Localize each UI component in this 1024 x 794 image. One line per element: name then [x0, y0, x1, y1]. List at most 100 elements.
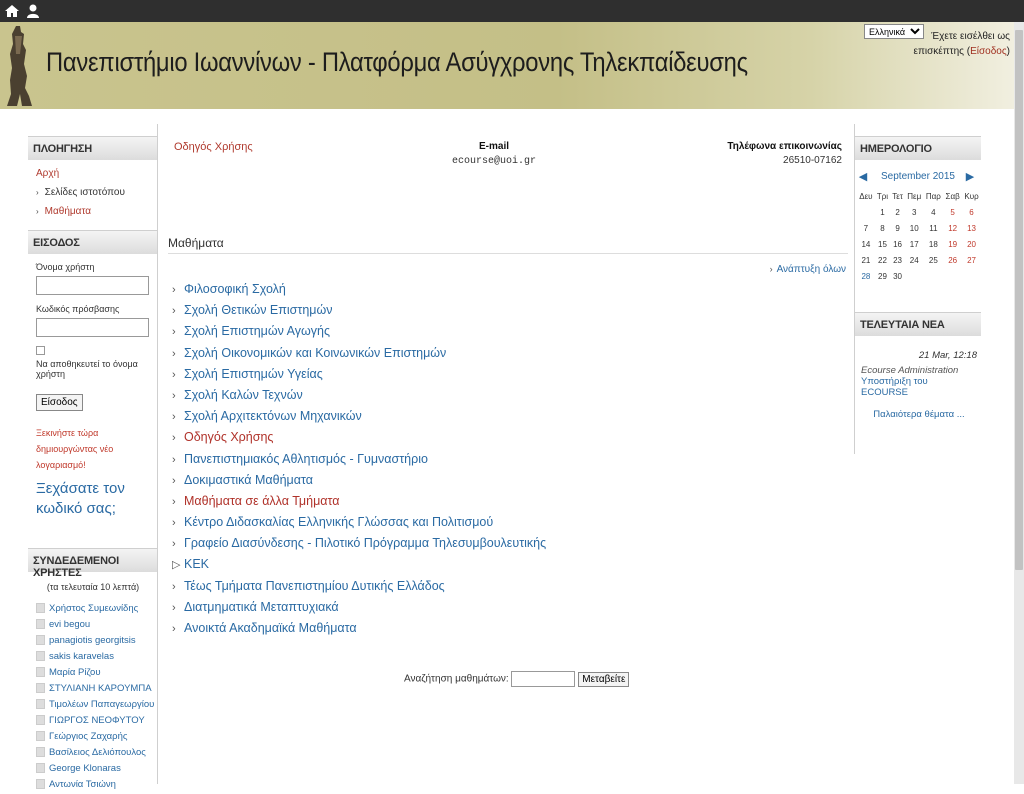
course-category-link[interactable]: Σχολή Οικονομικών και Κοινωνικών Επιστημ…: [184, 346, 446, 360]
online-user-link[interactable]: Τιμολέων Παπαγεωργίου: [49, 699, 154, 710]
course-category-item[interactable]: › Σχολή Καλών Τεχνών: [172, 388, 546, 409]
course-category-link[interactable]: Σχολή Θετικών Επιστημών: [184, 303, 333, 317]
course-category-link[interactable]: Γραφείο Διασύνδεσης - Πιλοτικό Πρόγραμμα…: [184, 536, 546, 550]
online-user-link[interactable]: Αντωνία Τσιώνη: [49, 779, 116, 790]
scrollbar-thumb[interactable]: [1015, 30, 1023, 570]
course-category-link[interactable]: ΚΕΚ: [184, 557, 209, 571]
course-category-link[interactable]: Δοκιμαστικά Μαθήματα: [184, 473, 313, 487]
calendar-day[interactable]: 8: [875, 220, 890, 236]
course-category-link[interactable]: Πανεπιστημιακός Αθλητισμός - Γυμναστήριο: [184, 452, 428, 466]
course-category-link[interactable]: Μαθήματα σε άλλα Τμήματα: [184, 494, 340, 508]
older-topics-link[interactable]: Παλαιότερα θέματα ...: [873, 409, 964, 420]
course-category-item[interactable]: › Οδηγός Χρήσης: [172, 430, 546, 451]
calendar-day[interactable]: 20: [962, 236, 981, 252]
course-category-item[interactable]: › Σχολή Θετικών Επιστημών: [172, 303, 546, 324]
course-category-item[interactable]: › Ανοικτά Ακαδημαϊκά Μαθήματα: [172, 621, 546, 642]
course-category-item[interactable]: › Τέως Τμήματα Πανεπιστημίου Δυτικής Ελλά…: [172, 579, 546, 600]
nav-item-courses[interactable]: › Μαθήματα: [36, 206, 158, 217]
course-category-item[interactable]: › Πανεπιστημιακός Αθλητισμός - Γυμναστήρι…: [172, 452, 546, 473]
course-category-link[interactable]: Σχολή Καλών Τεχνών: [184, 388, 303, 402]
calendar-day[interactable]: 9: [890, 220, 905, 236]
news-headline-link[interactable]: Υποστήριξη του ECOURSE: [861, 376, 928, 398]
course-category-link[interactable]: Τέως Τμήματα Πανεπιστημίου Δυτικής Ελλάδ…: [184, 579, 445, 593]
course-category-link[interactable]: Σχολή Αρχιτεκτόνων Μηχανικών: [184, 409, 362, 423]
course-category-item[interactable]: › Γραφείο Διασύνδεσης - Πιλοτικό Πρόγραμμ…: [172, 536, 546, 557]
expand-all[interactable]: › Ανάπτυξη όλων: [770, 264, 846, 275]
calendar-day[interactable]: 15: [875, 236, 890, 252]
triangle-right-icon[interactable]: ▶: [965, 166, 975, 188]
online-user-link[interactable]: ΣΤΥΛΙΑΝΗ ΚΑΡΟΥΜΠΑ: [49, 683, 152, 694]
course-category-item[interactable]: › Σχολή Επιστημών Υγείας: [172, 367, 546, 388]
calendar-day[interactable]: 13: [962, 220, 981, 236]
calendar-day[interactable]: 5: [943, 204, 962, 220]
course-search-button[interactable]: Μεταβείτε: [578, 671, 630, 687]
course-category-link[interactable]: Σχολή Επιστημών Αγωγής: [184, 324, 330, 338]
nav-item-site-pages[interactable]: › Σελίδες ιστοτόπου: [36, 187, 158, 198]
course-category-item[interactable]: › Σχολή Επιστημών Αγωγής: [172, 324, 546, 345]
calendar-title: ΗΜΕΡΟΛΟΓΙΟ: [855, 136, 981, 160]
online-user-link[interactable]: ΓΙΩΡΓΟΣ ΝΕΟΦΥΤΟΥ: [49, 715, 145, 726]
calendar-day[interactable]: 27: [962, 252, 981, 268]
login-link[interactable]: Είσοδος: [970, 46, 1007, 57]
calendar-day[interactable]: 11: [924, 220, 944, 236]
course-category-link[interactable]: Φιλοσοφική Σχολή: [184, 282, 286, 296]
online-user-link[interactable]: panagiotis georgitsis: [49, 635, 136, 646]
course-category-link[interactable]: Σχολή Επιστημών Υγείας: [184, 367, 323, 381]
calendar-day[interactable]: 22: [875, 252, 890, 268]
login-button[interactable]: Είσοδος: [36, 394, 83, 411]
online-user-link[interactable]: Γεώργιος Ζαχαρής: [49, 731, 127, 742]
online-user-link[interactable]: Χρήστος Συμεωνίδης: [49, 603, 138, 614]
calendar-day[interactable]: 24: [905, 252, 924, 268]
course-category-item[interactable]: › Κέντρο Διδασκαλίας Ελληνικής Γλώσσας κα…: [172, 515, 546, 536]
online-user-link[interactable]: sakis karavelas: [49, 651, 114, 662]
calendar-day[interactable]: 29: [875, 268, 890, 284]
username-input[interactable]: [36, 276, 149, 295]
calendar-day[interactable]: 7: [857, 220, 875, 236]
course-category-link[interactable]: Οδηγός Χρήσης: [184, 430, 273, 444]
calendar-day[interactable]: 28: [857, 268, 875, 284]
course-category-link[interactable]: Κέντρο Διδασκαλίας Ελληνικής Γλώσσας και…: [184, 515, 493, 529]
calendar-day[interactable]: 17: [905, 236, 924, 252]
calendar-day[interactable]: 10: [905, 220, 924, 236]
course-category-item[interactable]: ▷ ΚΕΚ: [172, 557, 546, 578]
course-category-link[interactable]: Ανοικτά Ακαδημαϊκά Μαθήματα: [184, 621, 357, 635]
calendar-day[interactable]: 26: [943, 252, 962, 268]
calendar-day[interactable]: 1: [875, 204, 890, 220]
online-user-link[interactable]: George Klonaras: [49, 763, 121, 774]
online-user-link[interactable]: evi begou: [49, 619, 90, 630]
triangle-left-icon[interactable]: ◀: [858, 166, 868, 188]
calendar-day[interactable]: 6: [962, 204, 981, 220]
course-category-item[interactable]: › Δοκιμαστικά Μαθήματα: [172, 473, 546, 494]
password-input[interactable]: [36, 318, 149, 337]
course-category-item[interactable]: › Φιλοσοφική Σχολή: [172, 282, 546, 303]
calendar-day[interactable]: 3: [905, 204, 924, 220]
calendar-month[interactable]: September 2015: [881, 171, 955, 182]
calendar-day[interactable]: 12: [943, 220, 962, 236]
course-category-item[interactable]: › Μαθήματα σε άλλα Τμήματα: [172, 494, 546, 515]
online-user-link[interactable]: Βασίλειος Δελιόπουλος: [49, 747, 146, 758]
calendar-day[interactable]: 2: [890, 204, 905, 220]
user-guide-link[interactable]: Οδηγός Χρήσης: [174, 141, 253, 153]
course-search-input[interactable]: [511, 671, 576, 687]
calendar-day[interactable]: 16: [890, 236, 905, 252]
forgot-password-link[interactable]: Ξεχάσατε τον κωδικό σας;: [36, 479, 158, 519]
calendar-day[interactable]: 21: [857, 252, 875, 268]
calendar-day[interactable]: 14: [857, 236, 875, 252]
online-user-link[interactable]: Μαρία Ρίζου: [49, 667, 101, 678]
user-icon[interactable]: [25, 3, 41, 19]
course-category-item[interactable]: › Σχολή Αρχιτεκτόνων Μηχανικών: [172, 409, 546, 430]
course-category-item[interactable]: › Σχολή Οικονομικών και Κοινωνικών Επιστη…: [172, 346, 546, 367]
nav-item-home[interactable]: Αρχή: [36, 168, 158, 179]
home-icon[interactable]: [4, 3, 20, 19]
calendar-day[interactable]: 4: [924, 204, 944, 220]
calendar-day[interactable]: 30: [890, 268, 905, 284]
calendar-day[interactable]: 23: [890, 252, 905, 268]
calendar-day[interactable]: 19: [943, 236, 962, 252]
course-category-item[interactable]: › Διατμηματικά Μεταπτυχιακά: [172, 600, 546, 621]
calendar-day[interactable]: 25: [924, 252, 944, 268]
remember-username-checkbox[interactable]: [36, 346, 45, 355]
calendar-day[interactable]: 18: [924, 236, 944, 252]
signup-link[interactable]: Ξεκινήστε τώρα δημιουργώντας νέο λογαρια…: [36, 425, 158, 473]
course-category-link[interactable]: Διατμηματικά Μεταπτυχιακά: [184, 600, 339, 614]
scrollbar[interactable]: [1014, 22, 1024, 784]
